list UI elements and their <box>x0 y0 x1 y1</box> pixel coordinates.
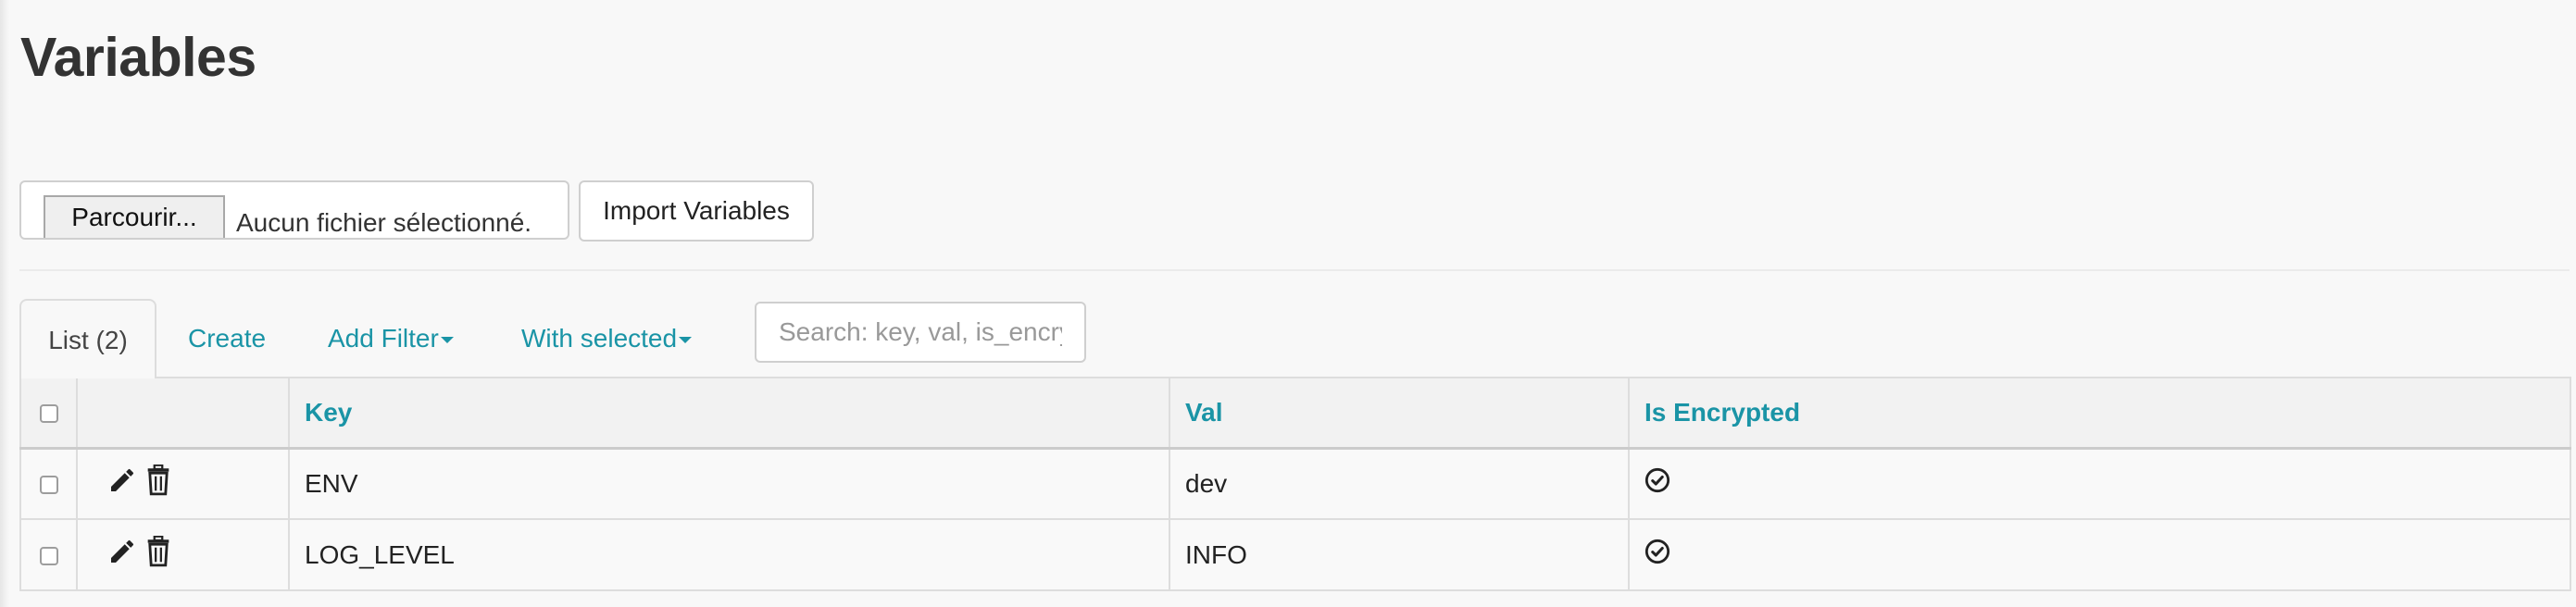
trash-icon[interactable] <box>144 535 172 574</box>
select-all-checkbox[interactable] <box>39 404 58 424</box>
actions-header <box>76 377 290 450</box>
cell-key: ENV <box>288 447 1170 520</box>
cell-val: INFO <box>1169 518 1630 591</box>
row-actions <box>76 447 290 520</box>
cell-is-encrypted <box>1628 447 2571 520</box>
add-filter-dropdown[interactable]: Add Filter <box>328 299 454 378</box>
trash-icon[interactable] <box>144 464 172 502</box>
tab-list[interactable]: List (2) <box>19 299 156 378</box>
search-input[interactable] <box>755 302 1086 363</box>
row-checkbox[interactable] <box>39 476 58 495</box>
file-input[interactable]: Parcourir... Aucun fichier sélectionné. <box>19 180 569 240</box>
divider <box>19 269 2570 271</box>
with-selected-dropdown[interactable]: With selected <box>521 299 693 378</box>
table-header-row: Key Val Is Encrypted <box>19 377 2571 450</box>
column-header-val[interactable]: Val <box>1169 377 1630 450</box>
with-selected-label: With selected <box>521 324 678 353</box>
cell-val: dev <box>1169 447 1630 520</box>
window-edge <box>0 0 9 607</box>
row-actions <box>76 518 290 591</box>
add-filter-label: Add Filter <box>328 324 439 353</box>
pencil-icon[interactable] <box>107 465 137 502</box>
table-row: LOG_LEVEL INFO <box>19 518 2571 591</box>
cell-key: LOG_LEVEL <box>288 518 1170 591</box>
caret-down-icon <box>440 337 454 344</box>
cell-is-encrypted <box>1628 518 2571 591</box>
browse-button[interactable]: Parcourir... <box>44 195 225 238</box>
variables-table: Key Val Is Encrypted ENV dev LOG_LEVEL I… <box>19 377 2571 591</box>
pencil-icon[interactable] <box>107 537 137 573</box>
row-checkbox[interactable] <box>39 547 58 566</box>
import-variables-button[interactable]: Import Variables <box>579 180 814 242</box>
row-select-cell <box>19 447 78 520</box>
row-select-cell <box>19 518 78 591</box>
check-circle-icon <box>1644 467 1670 500</box>
column-header-key[interactable]: Key <box>288 377 1170 450</box>
page-title: Variables <box>20 27 256 88</box>
check-circle-icon <box>1644 539 1670 571</box>
table-row: ENV dev <box>19 447 2571 520</box>
tab-create[interactable]: Create <box>188 299 266 378</box>
file-status-text: Aucun fichier sélectionné. <box>236 208 532 237</box>
caret-down-icon <box>679 337 693 344</box>
column-header-is-encrypted[interactable]: Is Encrypted <box>1628 377 2571 450</box>
select-all-cell <box>19 377 78 450</box>
